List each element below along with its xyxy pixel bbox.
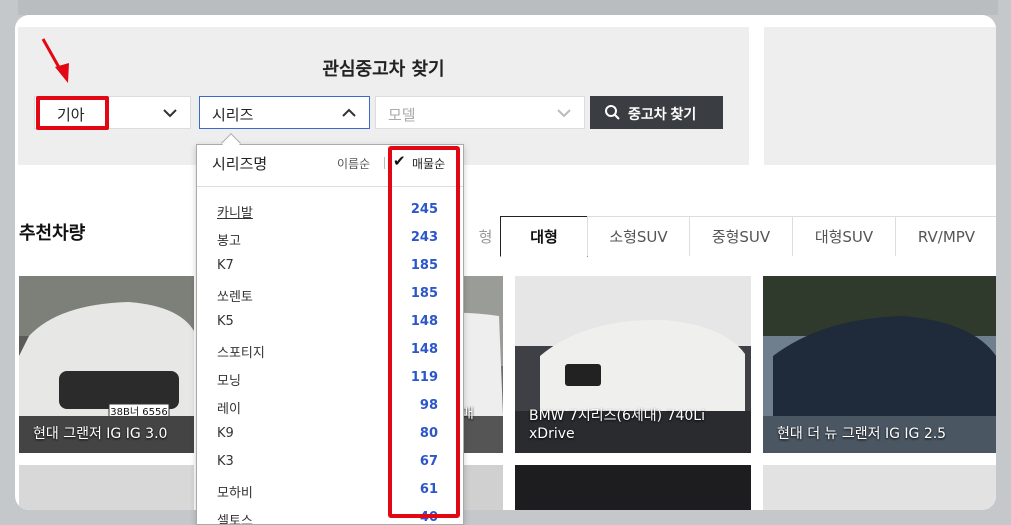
- car-card[interactable]: [763, 465, 996, 510]
- series-name: 카니발: [217, 206, 253, 221]
- series-name: 레이: [217, 402, 241, 417]
- category-tabs: 형 대형 소형SUV 중형SUV 대형SUV RV/MPV: [471, 216, 996, 257]
- red-arrow-icon: [41, 38, 69, 83]
- tab-rv-mpv-label: RV/MPV: [917, 227, 976, 246]
- tab-small-suv[interactable]: 소형SUV: [587, 216, 690, 256]
- chevron-down-icon: [163, 109, 177, 118]
- chevron-up-icon: [342, 108, 356, 117]
- search-icon: [605, 105, 620, 120]
- series-name: K7: [217, 258, 234, 273]
- series-select-value: 시리즈: [212, 106, 254, 124]
- find-button-label: 중고차 찾기: [628, 106, 697, 122]
- sort-by-name[interactable]: 이름순: [337, 155, 370, 172]
- chevron-down-icon: [557, 109, 571, 118]
- model-select-placeholder: 모델: [388, 106, 416, 124]
- series-name: 셀토스: [217, 514, 253, 525]
- panel-title: 관심중고차 찾기: [322, 59, 445, 80]
- recommend-title: 추천차량: [19, 223, 86, 244]
- maker-highlight-box: [36, 96, 109, 130]
- car-card[interactable]: BMW 7시리즈(6세대) 740Li xDrive: [515, 276, 751, 453]
- series-select[interactable]: 시리즈: [199, 96, 370, 129]
- tab-rv-mpv[interactable]: RV/MPV: [895, 216, 996, 256]
- tab-large[interactable]: 대형: [500, 216, 588, 257]
- count-highlight-box: [388, 146, 460, 518]
- top-strip: [18, 0, 998, 15]
- tab-small-suv-label: 소형SUV: [609, 228, 668, 246]
- dropdown-title: 시리즈명: [212, 155, 268, 173]
- series-name: K9: [217, 426, 234, 441]
- series-name: K5: [217, 314, 234, 329]
- tab-large-label: 대형: [530, 228, 558, 246]
- car-card[interactable]: 현대 더 뉴 그랜저 IG IG 2.5: [763, 276, 996, 453]
- model-select[interactable]: 모델: [375, 96, 585, 129]
- tab-large-suv-label: 대형SUV: [814, 228, 874, 246]
- car-caption: BMW 7시리즈(6세대) 740Li xDrive: [529, 408, 705, 442]
- tab-partial[interactable]: 형: [471, 216, 501, 256]
- series-name: 봉고: [217, 234, 241, 249]
- find-used-car-button[interactable]: 중고차 찾기: [590, 96, 723, 129]
- car-card[interactable]: [19, 465, 194, 510]
- series-name: K3: [217, 454, 234, 469]
- car-caption: 현대 더 뉴 그랜저 IG IG 2.5: [777, 426, 947, 442]
- main-card: 관심중고차 찾기 기아 시리즈 모델 중고차 찾기 추천차량 형 대형 소형SU…: [15, 15, 996, 510]
- series-name: 모하비: [217, 486, 253, 501]
- car-caption: 현대 그랜저 IG IG 3.0: [33, 426, 168, 442]
- tab-large-suv[interactable]: 대형SUV: [792, 216, 896, 256]
- tab-mid-suv[interactable]: 중형SUV: [689, 216, 793, 256]
- sort-divider: [384, 157, 385, 169]
- series-name: 스포티지: [217, 346, 265, 361]
- car-card[interactable]: 38B너 6556 현대 그랜저 IG IG 3.0: [19, 276, 194, 453]
- series-name: 쏘렌토: [217, 290, 253, 305]
- tab-partial-label: 형: [478, 227, 493, 246]
- series-name: 모닝: [217, 374, 241, 389]
- tab-mid-suv-label: 중형SUV: [711, 228, 771, 246]
- side-panel: [764, 27, 996, 165]
- car-card[interactable]: [515, 465, 751, 510]
